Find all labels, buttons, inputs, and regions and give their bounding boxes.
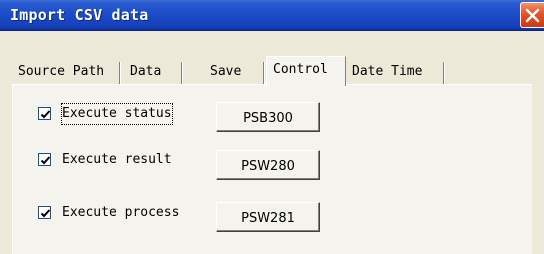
execute-result-row: Execute result [38, 150, 198, 172]
execute-status-row: Execute status [38, 103, 198, 126]
close-button[interactable] [520, 2, 544, 28]
execute-status-label: Execute status [61, 103, 173, 125]
tab-label: Data [130, 64, 162, 79]
tab-control[interactable]: Control [266, 56, 346, 86]
checkmark-icon [40, 209, 51, 218]
execute-process-row: Execute process [38, 203, 208, 225]
tab-label: Source Path [18, 64, 105, 79]
psw281-button[interactable]: PSW281 [216, 202, 320, 232]
close-icon [525, 8, 540, 23]
tab-date-time[interactable]: Date Time [346, 62, 444, 84]
title-bar: Import CSV data [0, 0, 544, 31]
psw280-button[interactable]: PSW280 [216, 150, 320, 180]
window-title: Import CSV data [10, 6, 149, 24]
tab-label: Save [210, 64, 242, 79]
execute-process-checkbox[interactable] [38, 206, 51, 219]
execute-process-label: Execute process [62, 205, 180, 220]
checkmark-icon [40, 110, 51, 119]
psb300-button[interactable]: PSB300 [216, 102, 320, 132]
execute-status-checkbox[interactable] [38, 107, 51, 120]
tab-label: Control [273, 62, 328, 77]
tab-source-path[interactable]: Source Path [12, 62, 120, 84]
tab-save[interactable]: Save [204, 62, 264, 84]
execute-result-label: Execute result [62, 152, 172, 167]
checkmark-icon [40, 156, 51, 165]
tab-label: Date Time [352, 64, 423, 79]
tab-data[interactable]: Data [124, 62, 182, 84]
execute-result-checkbox[interactable] [38, 153, 51, 166]
